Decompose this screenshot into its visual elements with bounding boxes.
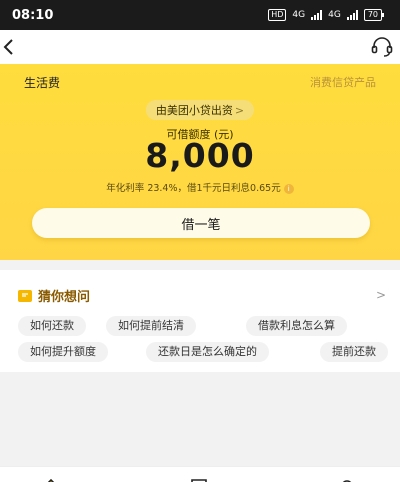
status-bar: 08:10 HD 4G 4G 70 — [0, 0, 400, 30]
bottom-tab-bar — [0, 466, 400, 482]
bill-tab-icon[interactable] — [190, 475, 208, 482]
lender-pill[interactable]: 由美团小贷出资 > — [145, 100, 255, 120]
faq-chip[interactable]: 借款利息怎么算 — [246, 316, 347, 336]
faq-chip[interactable]: 如何提前结清 — [106, 316, 196, 336]
status-time: 08:10 — [12, 7, 54, 23]
profile-tab-icon[interactable] — [338, 475, 356, 482]
borrow-button[interactable]: 借一笔 — [32, 208, 370, 238]
faq-chip[interactable]: 还款日是怎么确定的 — [146, 342, 269, 362]
faq-chip[interactable]: 如何提升额度 — [18, 342, 108, 362]
signal-icon-secondary — [346, 10, 358, 20]
faq-chip[interactable]: 如何还款 — [18, 316, 86, 336]
chat-bubble-icon — [18, 289, 32, 302]
faq-header: 猜你想问 — [18, 286, 90, 305]
rate-info: 年化利率 23.4%，借1千元日利息0.65元 i — [0, 180, 400, 194]
network-label: 4G — [292, 10, 306, 20]
faq-title: 猜你想问 — [38, 290, 91, 305]
faq-chip[interactable]: 提前还款 — [320, 342, 388, 362]
status-indicators: HD 4G 4G 70 — [268, 9, 385, 21]
limit-amount: 8,000 — [145, 136, 255, 175]
product-name: 生活费 — [24, 76, 61, 90]
info-icon[interactable]: i — [283, 183, 294, 194]
credit-card-panel: 生活费 消费信贷产品 由美团小贷出资 > 可借额度 (元) 8,000 年化利率 … — [0, 64, 400, 260]
faq-card: 猜你想问 > 如何还款 如何提前结清 借款利息怎么算 如何提升额度 还款日是怎么… — [0, 270, 400, 372]
faq-chip-row: 如何还款 如何提前结清 借款利息怎么算 — [0, 316, 400, 336]
back-arrow-icon[interactable] — [2, 35, 20, 59]
nav-bar — [0, 30, 400, 64]
battery-icon: 70 — [363, 9, 385, 21]
chevron-right-icon: > — [234, 104, 245, 117]
network-label-secondary: 4G — [328, 10, 341, 20]
headset-icon[interactable] — [370, 35, 394, 59]
signal-icon — [311, 10, 323, 20]
hd-indicator: HD — [268, 9, 287, 21]
faq-chip-row: 如何提升额度 还款日是怎么确定的 提前还款 — [0, 342, 400, 362]
home-tab-icon[interactable] — [40, 475, 58, 482]
lender-label: 由美团小贷出资 — [155, 104, 233, 117]
rate-text: 年化利率 23.4%，借1千元日利息0.65元 — [106, 183, 281, 194]
product-type: 消费信贷产品 — [310, 76, 376, 89]
chevron-right-icon[interactable]: > — [376, 288, 386, 302]
